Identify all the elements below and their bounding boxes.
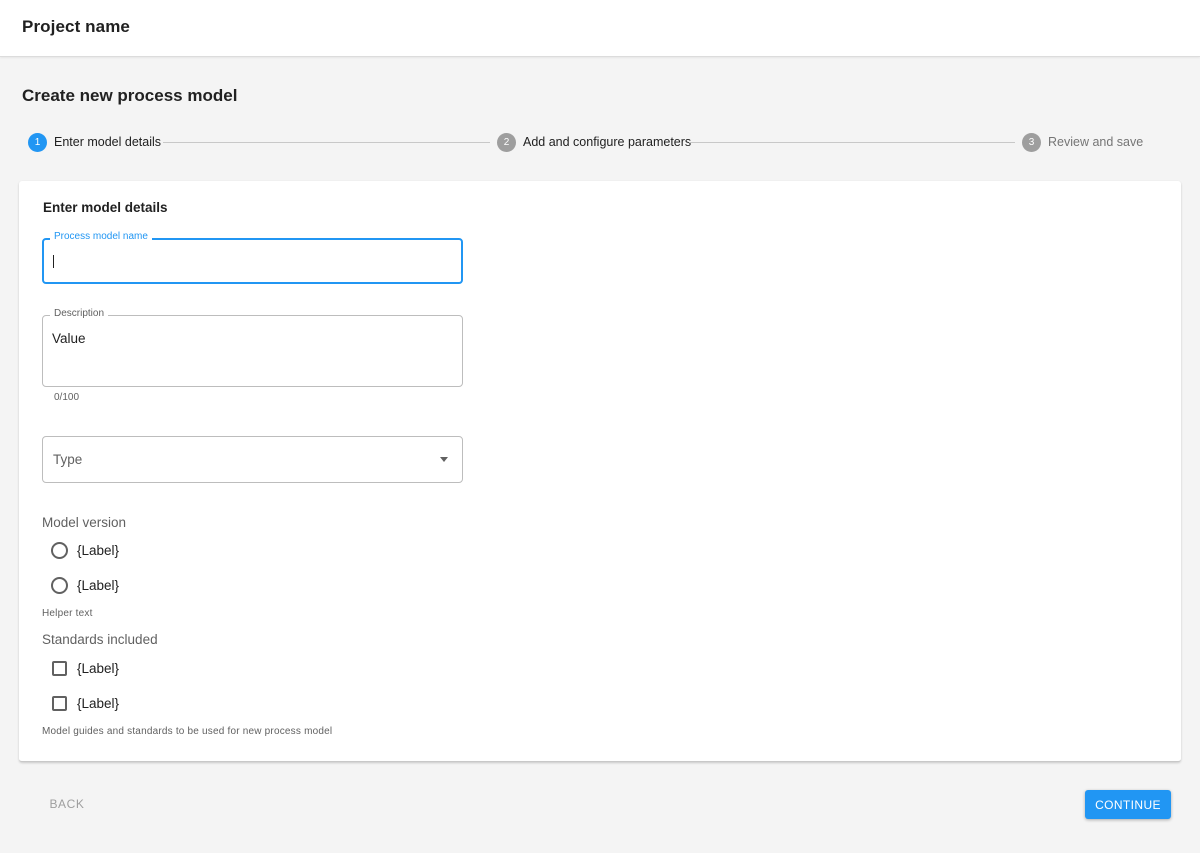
continue-button[interactable]: CONTINUE xyxy=(1085,790,1171,819)
step-connector xyxy=(163,142,490,143)
radio-icon[interactable] xyxy=(51,576,68,594)
step-2-number: 2 xyxy=(497,132,516,152)
model-details-card: Enter model details Process model name D… xyxy=(19,181,1181,762)
standards-option-1[interactable]: {Label} xyxy=(51,658,119,678)
description-value: Value xyxy=(52,331,86,346)
type-select[interactable]: Type xyxy=(42,436,463,483)
step-2-label: Add and configure parameters xyxy=(523,135,692,149)
radio-icon[interactable] xyxy=(51,541,68,559)
step-add-parameters[interactable]: 2 Add and configure parameters xyxy=(497,132,691,152)
checkbox-label: {Label} xyxy=(77,660,120,676)
process-model-name-input[interactable]: Process model name xyxy=(42,231,463,284)
app-header: Project name xyxy=(0,0,1200,57)
radio-label: {Label} xyxy=(77,577,120,593)
text-cursor xyxy=(53,255,54,268)
checkbox-icon[interactable] xyxy=(52,695,67,711)
radio-label: {Label} xyxy=(77,542,120,558)
step-1-number: 1 xyxy=(28,132,47,152)
description-textarea[interactable]: Description Value xyxy=(42,308,463,387)
process-model-name-label: Process model name xyxy=(50,231,152,242)
model-version-option-2[interactable]: {Label} xyxy=(51,575,119,595)
step-connector xyxy=(689,142,1015,143)
step-1-label: Enter model details xyxy=(54,135,162,149)
standards-title: Standards included xyxy=(42,632,158,647)
dropdown-arrow-icon xyxy=(440,457,448,462)
page-title: Create new process model xyxy=(22,86,238,105)
model-version-helper: Helper text xyxy=(42,608,93,619)
step-3-number: 3 xyxy=(1022,132,1041,152)
description-label: Description xyxy=(50,308,109,319)
back-button[interactable]: BACK xyxy=(36,791,98,817)
section-title: Enter model details xyxy=(43,200,168,215)
type-placeholder: Type xyxy=(53,452,83,467)
checkbox-icon[interactable] xyxy=(52,660,67,676)
project-name: Project name xyxy=(22,17,130,36)
standards-option-2[interactable]: {Label} xyxy=(51,693,119,713)
step-enter-model-details[interactable]: 1 Enter model details xyxy=(28,132,161,152)
step-3-label: Review and save xyxy=(1048,135,1144,149)
stepper: 1 Enter model details 2 Add and configur… xyxy=(28,132,1148,152)
model-version-title: Model version xyxy=(42,515,127,530)
standards-helper: Model guides and standards to be used fo… xyxy=(42,726,333,737)
step-review-save[interactable]: 3 Review and save xyxy=(1022,132,1143,152)
model-version-option-1[interactable]: {Label} xyxy=(51,540,119,560)
checkbox-label: {Label} xyxy=(77,695,120,711)
character-counter: 0/100 xyxy=(54,392,80,403)
